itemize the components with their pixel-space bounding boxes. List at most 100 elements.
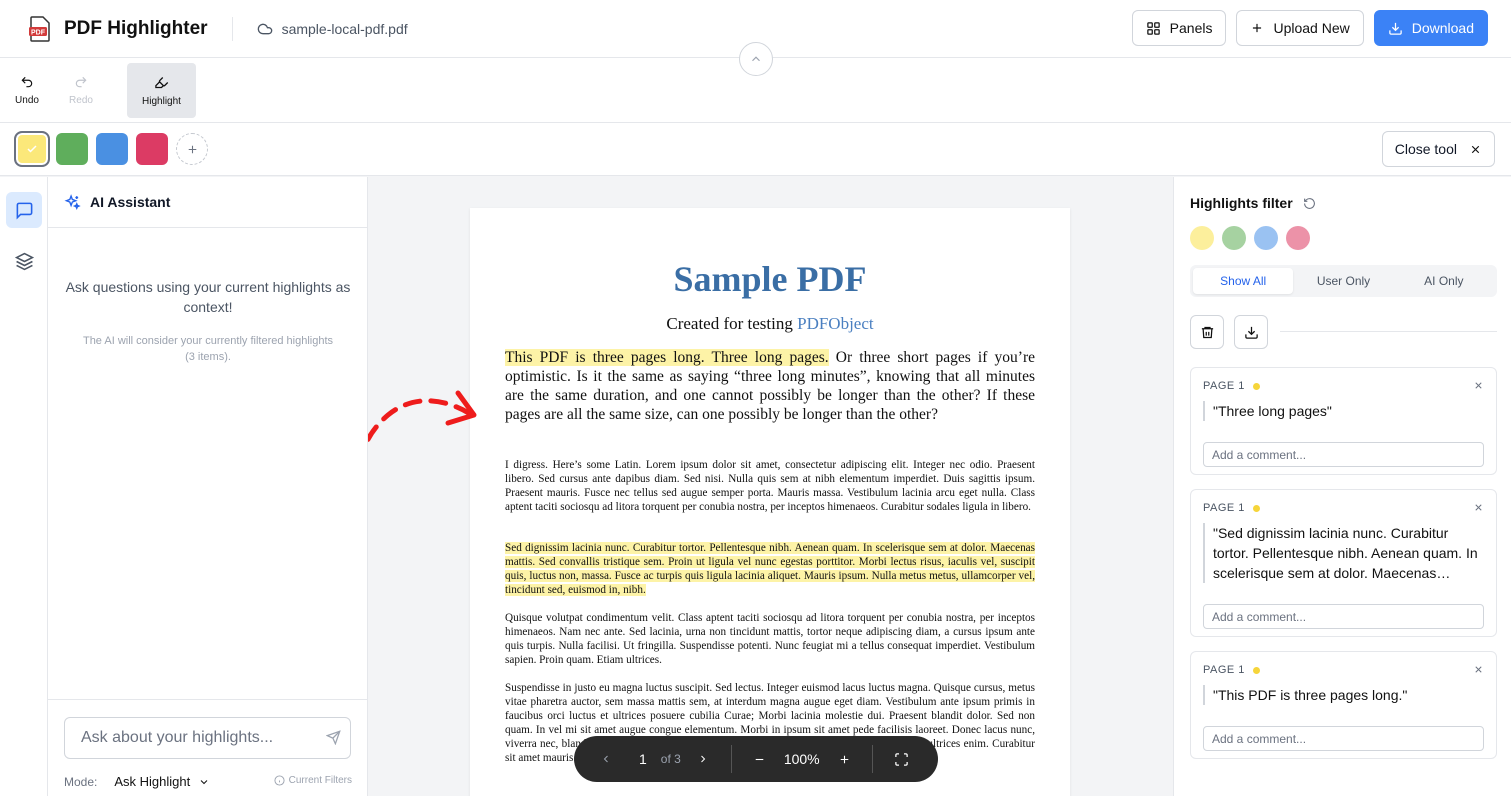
highlight-color-dot [1252, 666, 1260, 674]
panels-button[interactable]: Panels [1131, 10, 1227, 46]
color-swatch-green[interactable] [56, 133, 88, 165]
comment-input[interactable] [1203, 726, 1484, 751]
pdf-subtitle: Created for testing PDFObject [470, 314, 1070, 334]
remove-highlight-button[interactable] [1473, 500, 1484, 516]
highlight-mark[interactable]: This PDF is three pages long. Three long… [505, 349, 829, 366]
comment-input[interactable] [1203, 604, 1484, 629]
pdf-title: Sample PDF [673, 259, 867, 299]
layers-icon [14, 252, 34, 270]
check-icon [27, 145, 37, 153]
hand-drawn-arrow-annotation [368, 390, 477, 446]
filter-color-green[interactable] [1222, 226, 1246, 250]
chat-icon [16, 202, 32, 220]
zoom-in-icon[interactable] [838, 753, 851, 766]
highlight-label: Highlight [142, 95, 181, 107]
pager-divider [871, 745, 873, 773]
current-filters-link[interactable]: Current Filters [274, 775, 352, 786]
mode-row: Mode: Ask Highlight Current Filters [64, 774, 352, 789]
color-swatch-yellow[interactable] [14, 131, 50, 167]
highlight-page-label: PAGE 1 [1203, 380, 1260, 392]
sparkles-icon [64, 193, 81, 210]
pdfobject-link[interactable]: PDFObject [797, 314, 874, 333]
export-highlights-button[interactable] [1234, 315, 1268, 349]
filter-color-red[interactable] [1286, 226, 1310, 250]
ai-question-input[interactable] [64, 717, 351, 759]
redo-button[interactable]: Redo [64, 63, 98, 118]
undo-icon [21, 76, 33, 88]
source-filter-tabs: Show All User Only AI Only [1190, 265, 1497, 297]
pdf-page[interactable]: Sample PDF Created for testing PDFObject… [470, 208, 1070, 796]
document-viewer[interactable]: Sample PDF Created for testing PDFObject… [368, 177, 1173, 796]
file-name: sample-local-pdf.pdf [281, 20, 408, 37]
chevron-right-icon[interactable] [697, 753, 709, 765]
undo-button[interactable]: Undo [10, 63, 44, 118]
info-icon [274, 775, 285, 786]
highlight-card[interactable]: PAGE 1 "This PDF is three pages long." [1190, 651, 1497, 759]
collapse-toolbar-button[interactable] [739, 42, 773, 76]
upload-new-button[interactable]: Upload New [1236, 10, 1364, 46]
current-filters-label: Current Filters [288, 775, 352, 786]
color-swatch-red[interactable] [136, 133, 168, 165]
tab-show-all[interactable]: Show All [1193, 268, 1294, 294]
mode-label: Mode: [64, 774, 98, 789]
trash-icon [1201, 326, 1213, 338]
download-button[interactable]: Download [1373, 10, 1488, 46]
close-icon [1475, 382, 1482, 389]
left-rail [0, 177, 48, 796]
svg-text:PDF: PDF [31, 29, 46, 36]
close-icon [1475, 504, 1482, 511]
add-color-button[interactable] [176, 133, 208, 165]
highlight-mark[interactable]: Sed dignissim lacinia nunc. Curabitur to… [505, 542, 1035, 596]
close-tool-button[interactable]: Close tool [1381, 131, 1495, 167]
redo-icon [75, 76, 87, 88]
plus-icon [1253, 23, 1262, 33]
send-icon[interactable] [326, 730, 341, 745]
zoom-out-icon[interactable] [753, 753, 766, 766]
chat-panel-button[interactable] [6, 192, 42, 228]
tab-ai-only[interactable]: AI Only [1394, 268, 1494, 294]
mode-select[interactable]: Ask Highlight [114, 774, 190, 789]
page-navigator: 1 of 3 100% [574, 736, 938, 782]
close-tool-label: Close tool [1394, 141, 1457, 157]
pdf-logo-icon: PDF [28, 15, 52, 42]
pdf-paragraph-2[interactable]: Sed dignissim lacinia nunc. Curabitur to… [505, 541, 1035, 597]
actions-divider [1280, 331, 1497, 332]
fullscreen-icon[interactable] [894, 752, 909, 767]
reset-icon[interactable] [1303, 197, 1316, 210]
layers-panel-button[interactable] [6, 243, 42, 279]
highlight-card[interactable]: PAGE 1 "Three long pages" [1190, 367, 1497, 475]
filter-color-blue[interactable] [1254, 226, 1278, 250]
delete-highlights-button[interactable] [1190, 315, 1224, 349]
undo-label: Undo [15, 95, 39, 106]
ai-panel-title: AI Assistant [90, 194, 171, 210]
pager-divider [730, 745, 732, 773]
highlight-quote: "This PDF is three pages long." [1203, 685, 1484, 705]
plus-icon [188, 145, 196, 153]
ai-panel-header: AI Assistant [48, 177, 367, 228]
remove-highlight-button[interactable] [1473, 378, 1484, 394]
color-swatch-blue[interactable] [96, 133, 128, 165]
panels-label: Panels [1169, 20, 1213, 36]
cloud-icon [257, 23, 272, 34]
close-icon [1471, 145, 1480, 153]
download-icon [1388, 22, 1402, 35]
comment-input[interactable] [1203, 442, 1484, 467]
tab-user-only[interactable]: User Only [1293, 268, 1393, 294]
filter-color-yellow[interactable] [1190, 226, 1214, 250]
highlight-card[interactable]: PAGE 1 "Sed dignissim lacinia nunc. Cura… [1190, 489, 1497, 637]
highlights-filter-title: Highlights filter [1190, 195, 1293, 211]
highlight-page-label: PAGE 1 [1203, 502, 1260, 514]
page-count: of 3 [660, 752, 681, 766]
page-number-input[interactable]: 1 [639, 751, 647, 767]
remove-highlight-button[interactable] [1473, 662, 1484, 678]
ai-footer: Mode: Ask Highlight Current Filters [48, 699, 368, 796]
redo-label: Redo [69, 95, 93, 106]
highlight-page-text: PAGE 1 [1203, 502, 1245, 514]
pdf-paragraph-3: Quisque volutpat condimentum velit. Clas… [505, 612, 1035, 666]
chevron-down-icon[interactable] [198, 776, 210, 788]
pdf-lead-paragraph[interactable]: This PDF is three pages long. Three long… [505, 348, 1035, 424]
chevron-up-icon [752, 56, 760, 62]
highlight-quote: "Three long pages" [1203, 401, 1484, 421]
chevron-left-icon[interactable] [600, 753, 612, 765]
highlight-tool-button[interactable]: Highlight [127, 63, 196, 118]
